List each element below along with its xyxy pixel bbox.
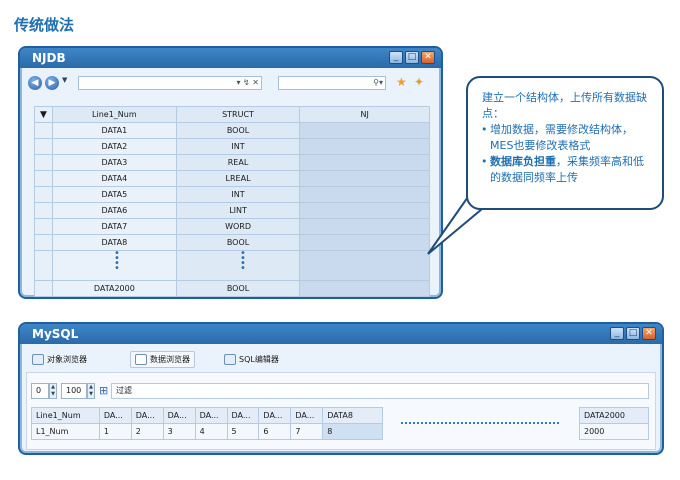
maximize-button[interactable]: □ (626, 327, 640, 340)
search-input[interactable]: ⚲▾ (278, 76, 386, 90)
path-combo[interactable]: ▾ ↯ ✕ (78, 76, 262, 90)
table-row[interactable]: DATA1 BOOL (34, 122, 430, 139)
njdb-title-bar[interactable]: NJDB (20, 48, 441, 68)
table-row[interactable]: L1_Num 1 2 3 4 5 6 7 8 (31, 423, 383, 440)
ellipsis-row (34, 250, 430, 281)
grid-icon[interactable]: ⊞ (99, 384, 108, 398)
close-button[interactable]: ✕ (642, 327, 656, 340)
result-table-tail: DATA2000 2000 (579, 407, 649, 440)
minimize-button[interactable]: _ (610, 327, 624, 340)
column-header[interactable]: DA... (130, 407, 164, 424)
filter-input[interactable]: 过滤 (111, 383, 649, 399)
mysql-title: MySQL (32, 327, 79, 341)
column-header[interactable]: NJ (299, 106, 430, 123)
column-header[interactable]: DA... (98, 407, 132, 424)
nav-dropdown-icon[interactable]: ▼ (62, 76, 67, 84)
mysql-title-bar[interactable]: MySQL (20, 324, 662, 344)
table-header-row: ▼ Line1_Num STRUCT NJ (34, 106, 430, 123)
table-row[interactable]: DATA7 WORD (34, 218, 430, 235)
callout-bullet: 增加数据，需要修改结构体，MES也要修改表格式 (481, 122, 652, 154)
njdb-title: NJDB (32, 51, 66, 65)
table-row[interactable]: DATA2000 BOOL (34, 280, 430, 297)
callout-intro: 建立一个结构体，上传所有数据缺点： (482, 91, 647, 120)
search-icon[interactable]: ⚲▾ (373, 77, 383, 89)
table-row[interactable]: DATA6 LINT (34, 202, 430, 219)
offset-stepper[interactable]: ▲ ▼ (49, 383, 57, 399)
vertical-ellipsis-icon: • • • • (240, 248, 246, 274)
njdb-toolbar: ◀ ▶ ▼ ▾ ↯ ✕ ⚲▾ ★ ✦ (26, 74, 435, 94)
column-header[interactable]: Line1_Num (31, 407, 100, 424)
table-row[interactable]: DATA8 BOOL (34, 234, 430, 251)
data-browser-content: 0 ▲ ▼ 100 ▲ ▼ ⊞ 过滤 Line1_Num DA... DA... D… (26, 372, 656, 450)
column-header[interactable]: DATA2000 (579, 407, 649, 424)
column-header[interactable]: DA... (290, 407, 324, 424)
result-table: Line1_Num DA... DA... DA... DA... DA... … (31, 407, 383, 440)
mysql-tabbar: 对象浏览器 数据浏览器 SQL编辑器 (26, 348, 656, 370)
column-header[interactable]: DA... (226, 407, 260, 424)
star-icon[interactable]: ★ (396, 75, 407, 89)
column-header[interactable]: DA... (162, 407, 196, 424)
data-browser-icon (135, 354, 147, 365)
result-header-row: Line1_Num DA... DA... DA... DA... DA... … (31, 407, 383, 424)
sort-indicator-icon[interactable]: ▼ (34, 106, 53, 123)
table-row[interactable]: DATA4 LREAL (34, 170, 430, 187)
njdb-window: NJDB _ □ ✕ ◀ ▶ ▼ ▾ ↯ ✕ ⚲▾ ★ ✦ ▼ Line1_Nu… (18, 46, 443, 299)
minimize-button[interactable]: _ (389, 51, 403, 64)
limit-input[interactable]: 100 (61, 383, 87, 399)
horizontal-ellipsis (401, 422, 559, 424)
object-browser-icon (32, 354, 44, 365)
callout-bullet: 数据库负担重，采集频率高和低的数据同频率上传 (481, 154, 652, 186)
table-cell: 2000 (579, 423, 649, 440)
forward-arrow-icon[interactable]: ▶ (45, 76, 59, 90)
vertical-ellipsis-icon: • • • • (114, 248, 120, 274)
offset-input[interactable]: 0 (31, 383, 49, 399)
close-button[interactable]: ✕ (421, 51, 435, 64)
add-favorite-icon[interactable]: ✦ (414, 75, 424, 89)
table-row[interactable]: DATA2 INT (34, 138, 430, 155)
column-header[interactable]: DATA8 (322, 407, 383, 424)
filter-bar: 0 ▲ ▼ 100 ▲ ▼ ⊞ 过滤 (31, 383, 649, 401)
page-title: 传统做法 (14, 16, 75, 34)
column-header[interactable]: Line1_Num (51, 106, 177, 123)
callout-bubble: 建立一个结构体，上传所有数据缺点： 增加数据，需要修改结构体，MES也要修改表格… (466, 76, 664, 210)
tab-data-browser[interactable]: 数据浏览器 (130, 351, 195, 368)
njdb-table: ▼ Line1_Num STRUCT NJ DATA1 BOOL DATA2 INT… (34, 106, 430, 297)
column-header[interactable]: DA... (258, 407, 292, 424)
maximize-button[interactable]: □ (405, 51, 419, 64)
tab-sql-editor[interactable]: SQL编辑器 (220, 351, 283, 368)
column-header[interactable]: DA... (194, 407, 228, 424)
mysql-window: MySQL _ □ ✕ 对象浏览器 数据浏览器 SQL编辑器 0 ▲ ▼ 100 … (18, 322, 664, 455)
table-row[interactable]: DATA5 INT (34, 186, 430, 203)
limit-stepper[interactable]: ▲ ▼ (87, 383, 95, 399)
table-row[interactable]: DATA3 REAL (34, 154, 430, 171)
sql-editor-icon (224, 354, 236, 365)
tab-object-browser[interactable]: 对象浏览器 (28, 351, 91, 368)
column-header[interactable]: STRUCT (175, 106, 301, 123)
back-arrow-icon[interactable]: ◀ (28, 76, 42, 90)
